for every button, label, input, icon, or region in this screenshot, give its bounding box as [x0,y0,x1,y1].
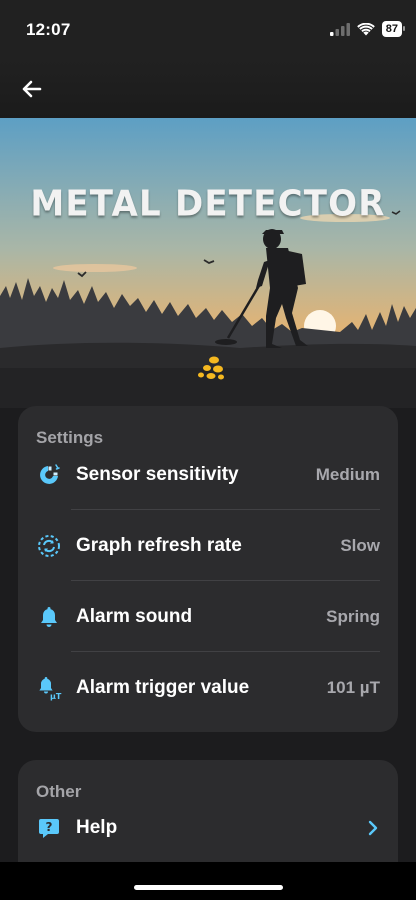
graph-refresh-rate-row[interactable]: Graph refresh rate Slow [18,511,398,581]
sensor-sensitivity-row[interactable]: Sensor sensitivity Medium [18,440,398,510]
sensor-sensitivity-label: Sensor sensitivity [76,464,239,485]
status-icons: 87 [329,21,406,37]
bell-icon [36,604,62,630]
alarm-trigger-value-row[interactable]: µT Alarm trigger value 101 µT [18,653,398,723]
back-arrow-icon[interactable] [18,75,46,103]
bell-icon-badge: µT [50,692,62,701]
bell-microtesla-icon: µT [36,675,62,701]
hero-title: METAL DETECTOR [30,183,386,225]
sensor-sensitivity-value: Medium [315,465,380,484]
alarm-sound-row[interactable]: Alarm sound Spring [18,582,398,652]
svg-text:?: ? [46,820,53,834]
alarm-trigger-value-label: Alarm trigger value [76,677,250,698]
alarm-sound-value: Spring [326,607,380,626]
refresh-icon [36,533,62,559]
help-label: Help [76,817,118,838]
magnet-icon [36,462,62,488]
divider [71,580,380,581]
hero-banner: METAL DETECTOR [0,118,416,408]
cellular-signal-icon [329,22,350,36]
help-row[interactable]: ? Help [18,793,398,863]
graph-refresh-rate-value: Slow [340,536,380,555]
wifi-icon [356,22,375,35]
divider [71,651,380,652]
status-time: 12:07 [26,20,71,39]
home-indicator[interactable] [134,885,283,890]
detectorist-landscape-illustration [0,118,416,408]
status-bar: 12:07 87 [0,0,416,60]
divider [71,509,380,510]
help-icon: ? [36,815,62,841]
alarm-trigger-value-value: 101 µT [326,678,380,697]
home-indicator-bar [0,862,416,900]
battery-icon: 87 [381,21,406,37]
settings-card: Settings Sensor sensitivity Medium Graph… [18,406,398,732]
alarm-sound-label: Alarm sound [76,606,193,627]
chevron-right-icon [368,820,378,836]
graph-refresh-rate-label: Graph refresh rate [76,535,242,556]
navigation-bar [0,60,416,118]
